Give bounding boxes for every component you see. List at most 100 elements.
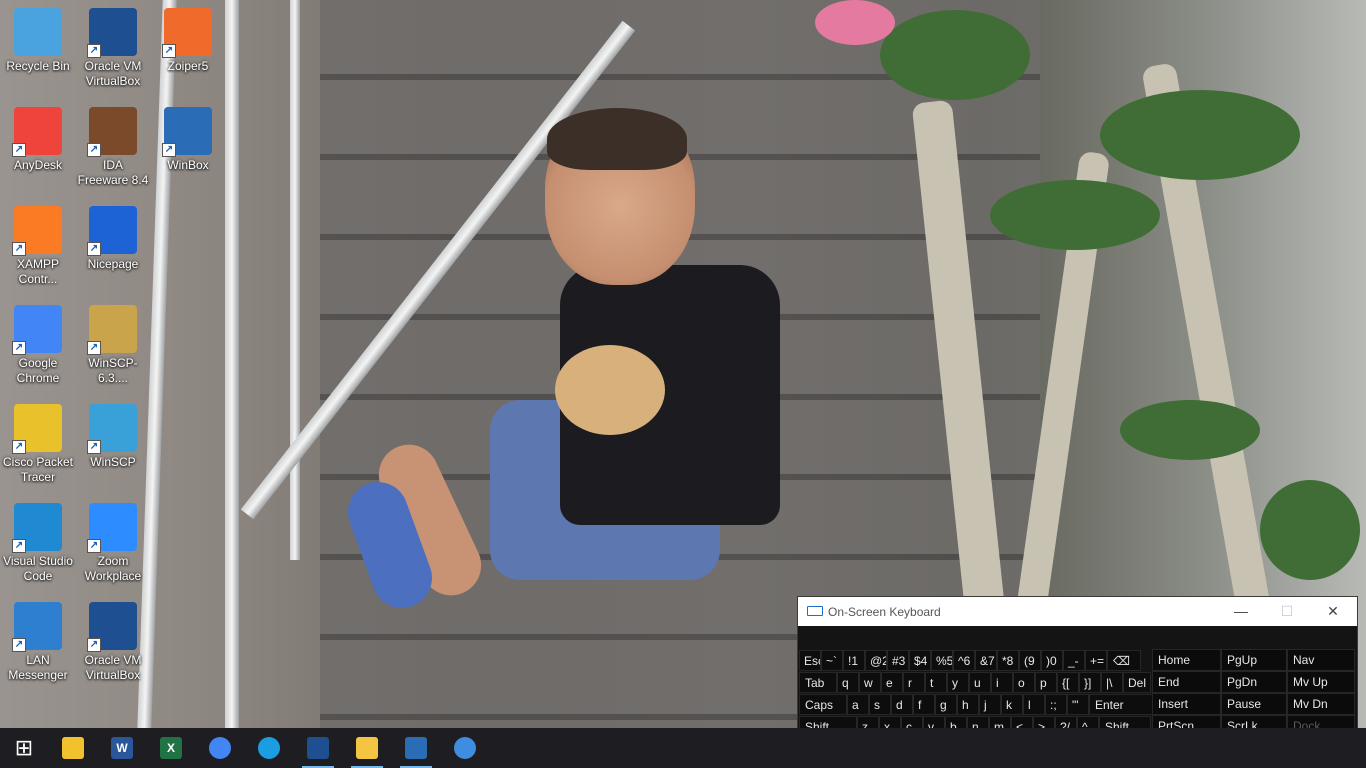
key-j[interactable]: j: [979, 694, 1001, 715]
nav-key-pgup[interactable]: PgUp: [1221, 649, 1287, 671]
recycle-bin-icon: [14, 8, 62, 56]
desktop-icon-zoom[interactable]: ↗ Zoom Workplace: [75, 499, 151, 595]
key-Caps[interactable]: Caps: [799, 694, 847, 715]
taskbar-sticky-app[interactable]: [343, 728, 391, 768]
key-s[interactable]: s: [869, 694, 891, 715]
desktop-icon-label: WinSCP: [90, 455, 136, 469]
desktop-icon-recycle-bin[interactable]: Recycle Bin: [0, 4, 76, 100]
key-d[interactable]: d: [891, 694, 913, 715]
wallpaper-leaf: [1100, 90, 1300, 180]
nav-key-pgdn[interactable]: PgDn: [1221, 671, 1287, 693]
nav-key-nav[interactable]: Nav: [1287, 649, 1355, 671]
nav-key-end[interactable]: End: [1152, 671, 1221, 693]
desktop-icon-ida[interactable]: ↗ IDA Freeware 8.4: [75, 103, 151, 199]
key-2B3D[interactable]: +=: [1085, 650, 1107, 671]
desktop-icon-vscode[interactable]: ↗ Visual Studio Code: [0, 499, 76, 595]
key-255[interactable]: %5: [931, 650, 953, 671]
vscode-icon: ↗: [12, 503, 62, 553]
desktop-icon-zoiper[interactable]: ↗ Zoiper5: [150, 4, 226, 100]
folder-icon: [62, 737, 84, 759]
key-267[interactable]: &7: [975, 650, 997, 671]
taskbar-excel[interactable]: X: [147, 728, 195, 768]
nav-key-home[interactable]: Home: [1152, 649, 1221, 671]
nav-key-insert[interactable]: Insert: [1152, 693, 1221, 715]
nav-key-pause[interactable]: Pause: [1221, 693, 1287, 715]
taskbar-file-explorer[interactable]: [49, 728, 97, 768]
taskbar-virtualbox[interactable]: [294, 728, 342, 768]
desktop-icon-label: Nicepage: [87, 257, 139, 271]
key-(9[interactable]: (9: [1019, 650, 1041, 671]
desktop-icon-chrome[interactable]: ↗ Google Chrome: [0, 301, 76, 397]
key-!1[interactable]: !1: [843, 650, 865, 671]
taskbar-chrome[interactable]: [196, 728, 244, 768]
key-Enter[interactable]: Enter: [1089, 694, 1153, 715]
desktop-icon-anydesk[interactable]: ↗ AnyDesk: [0, 103, 76, 199]
nav-key-mv-up[interactable]: Mv Up: [1287, 671, 1355, 693]
maximize-button[interactable]: ☐: [1264, 597, 1310, 626]
wallpaper-flower: [815, 0, 895, 45]
desktop-icon-lan-messenger[interactable]: ↗ LAN Messenger: [0, 598, 76, 694]
key-244[interactable]: $4: [909, 650, 931, 671]
close-button[interactable]: ✕: [1310, 597, 1356, 626]
winscp-icon: ↗: [87, 404, 137, 454]
desktop-icon-nicepage[interactable]: ↗ Nicepage: [75, 202, 151, 298]
taskbar: ⊞ W X: [0, 728, 1366, 768]
winscp-installer-icon: ↗: [87, 305, 137, 355]
desktop-icon-virtualbox[interactable]: ↗ Oracle VM VirtualBox: [75, 4, 151, 100]
key-u[interactable]: u: [969, 672, 991, 693]
key-a[interactable]: a: [847, 694, 869, 715]
key-o[interactable]: o: [1013, 672, 1035, 693]
key-k[interactable]: k: [1001, 694, 1023, 715]
desktop-icon-xampp[interactable]: ↗ XAMPP Contr...: [0, 202, 76, 298]
key-*8[interactable]: *8: [997, 650, 1019, 671]
key-22'[interactable]: "': [1067, 694, 1089, 715]
desktop-icon-winbox[interactable]: ↗ WinBox: [150, 103, 226, 199]
key-Del[interactable]: Del: [1123, 672, 1151, 693]
key-g[interactable]: g: [935, 694, 957, 715]
key-i[interactable]: i: [991, 672, 1013, 693]
key-~60[interactable]: ~`: [821, 650, 843, 671]
key-q[interactable]: q: [837, 672, 859, 693]
taskbar-edge[interactable]: [245, 728, 293, 768]
key-5E6[interactable]: ^6: [953, 650, 975, 671]
key-r[interactable]: r: [903, 672, 925, 693]
key-p[interactable]: p: [1035, 672, 1057, 693]
start-button[interactable]: ⊞: [0, 728, 48, 768]
key-233[interactable]: #3: [887, 650, 909, 671]
desktop-icon-winscp-installer[interactable]: ↗ WinSCP-6.3....: [75, 301, 151, 397]
key-E28CAB[interactable]: ⌫: [1107, 650, 1141, 671]
desktop-icon-label: Oracle VM VirtualBox: [84, 653, 142, 682]
key-e[interactable]: e: [881, 672, 903, 693]
taskbar-winbox-net[interactable]: [392, 728, 440, 768]
minimize-button[interactable]: —: [1218, 597, 1264, 626]
key-f[interactable]: f: [913, 694, 935, 715]
key-Tab[interactable]: Tab: [799, 672, 837, 693]
shortcut-arrow-icon: ↗: [87, 539, 101, 553]
key-h[interactable]: h: [957, 694, 979, 715]
key-)0[interactable]: )0: [1041, 650, 1063, 671]
desktop-icon-virtualbox[interactable]: ↗ Oracle VM VirtualBox: [75, 598, 151, 694]
key-3A3B[interactable]: :;: [1045, 694, 1067, 715]
wallpaper-rail: [290, 0, 300, 560]
taskbar-bluewave-app[interactable]: [441, 728, 489, 768]
zoiper-icon: ↗: [162, 8, 212, 58]
word-icon: W: [111, 737, 133, 759]
key-_-[interactable]: _-: [1063, 650, 1085, 671]
key-7C5C[interactable]: |\: [1101, 672, 1123, 693]
desktop-icon-packet-tracer[interactable]: ↗ Cisco Packet Tracer: [0, 400, 76, 496]
key-l[interactable]: l: [1023, 694, 1045, 715]
folder-star-icon: [356, 737, 378, 759]
osk-titlebar[interactable]: On-Screen Keyboard — ☐ ✕: [798, 597, 1357, 626]
edge-icon: [258, 737, 280, 759]
virtualbox-icon: ↗: [87, 602, 137, 652]
desktop-icon-winscp[interactable]: ↗ WinSCP: [75, 400, 151, 496]
key-w[interactable]: w: [859, 672, 881, 693]
key-7D5D[interactable]: }]: [1079, 672, 1101, 693]
key-7B5B[interactable]: {[: [1057, 672, 1079, 693]
key-Esc[interactable]: Esc: [799, 650, 821, 671]
taskbar-word[interactable]: W: [98, 728, 146, 768]
key-402[interactable]: @2: [865, 650, 887, 671]
key-y[interactable]: y: [947, 672, 969, 693]
key-t[interactable]: t: [925, 672, 947, 693]
nav-key-mv-dn[interactable]: Mv Dn: [1287, 693, 1355, 715]
